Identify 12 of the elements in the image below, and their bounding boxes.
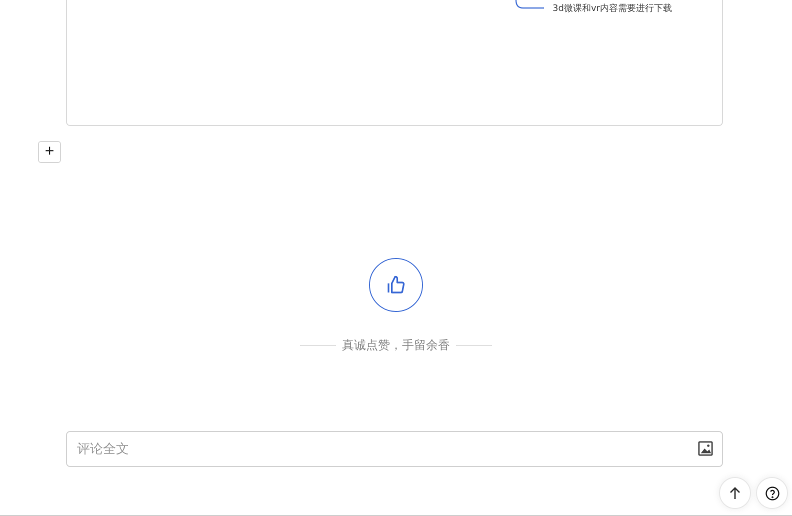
help-icon: [764, 486, 780, 500]
thumbs-up-icon: [386, 275, 406, 295]
arrow-up-icon: [728, 486, 742, 500]
diagram-caption: 3d微课和vr内容需要进行下载: [552, 2, 672, 15]
image-icon[interactable]: [698, 441, 713, 456]
bracket-line-icon: [514, 0, 545, 10]
add-button[interactable]: +: [38, 141, 61, 163]
back-to-top-button[interactable]: [719, 477, 751, 509]
like-caption: 真诚点赞，手留余香: [342, 337, 450, 354]
help-button[interactable]: [756, 477, 788, 509]
comment-field[interactable]: 评论全文: [66, 431, 723, 467]
like-button[interactable]: [369, 258, 423, 312]
